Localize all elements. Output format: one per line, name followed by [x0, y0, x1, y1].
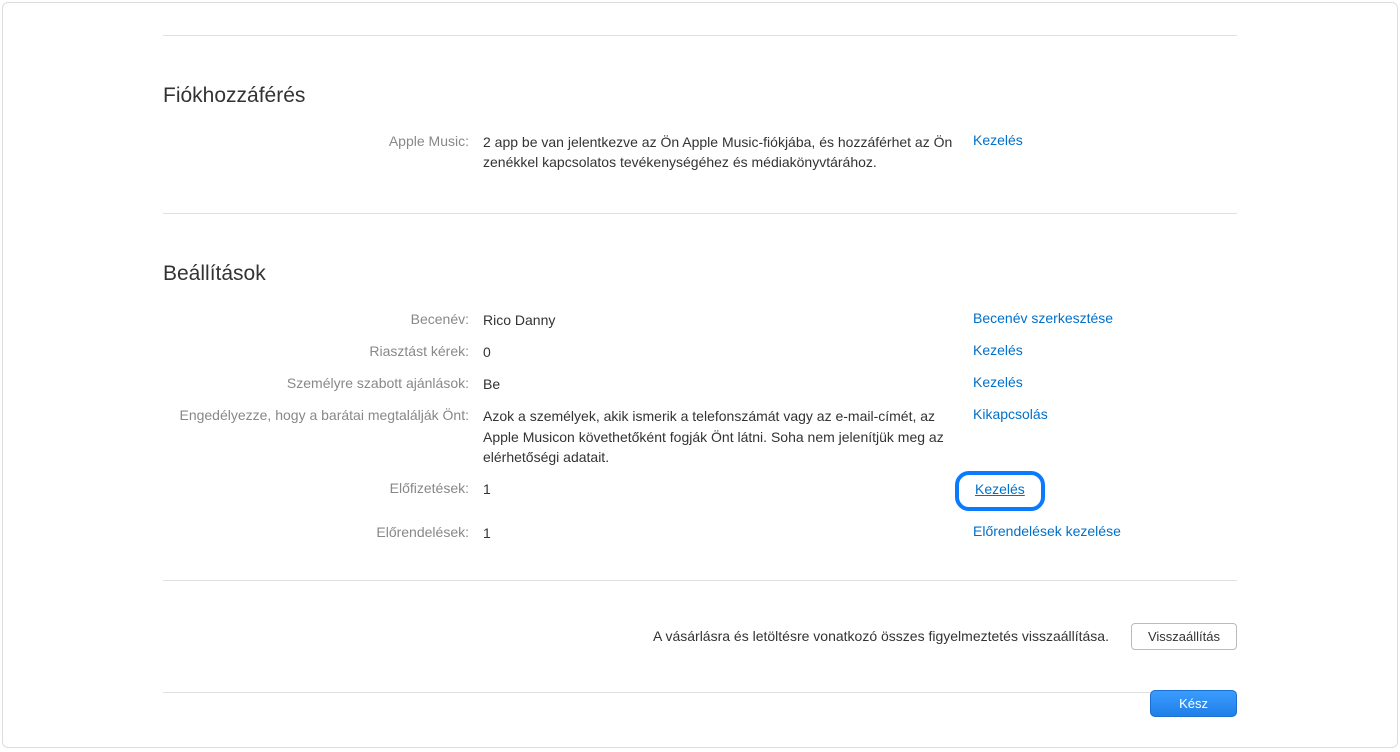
personalized-value: Be	[483, 374, 973, 394]
divider	[163, 213, 1237, 214]
alert-row: Riasztást kérek: 0 Kezelés	[163, 342, 1237, 362]
subscriptions-label: Előfizetések:	[163, 479, 483, 496]
subscriptions-row: Előfizetések: 1 Kezelés	[163, 479, 1237, 511]
apple-music-row: Apple Music: 2 app be van jelentkezve az…	[163, 132, 1237, 173]
alert-label: Riasztást kérek:	[163, 342, 483, 359]
content-area: Fiókhozzáférés Apple Music: 2 app be van…	[3, 35, 1397, 693]
personalized-row: Személyre szabott ajánlások: Be Kezelés	[163, 374, 1237, 394]
reset-warnings-row: A vásárlásra és letöltésre vonatkozó öss…	[163, 623, 1237, 650]
apple-music-manage-link[interactable]: Kezelés	[973, 132, 1023, 148]
allow-friends-label: Engedélyezze, hogy a barátai megtalálják…	[163, 406, 483, 423]
reset-warnings-text: A vásárlásra és letöltésre vonatkozó öss…	[653, 628, 1109, 644]
subscriptions-value: 1	[483, 479, 973, 499]
alert-value: 0	[483, 342, 973, 362]
settings-window: Fiókhozzáférés Apple Music: 2 app be van…	[2, 2, 1398, 748]
nickname-label: Becenév:	[163, 310, 483, 327]
highlight-ring: Kezelés	[955, 471, 1045, 511]
allow-friends-row: Engedélyezze, hogy a barátai megtalálják…	[163, 406, 1237, 467]
reset-button[interactable]: Visszaállítás	[1131, 623, 1237, 650]
personalized-label: Személyre szabott ajánlások:	[163, 374, 483, 391]
apple-music-value: 2 app be van jelentkezve az Ön Apple Mus…	[483, 132, 973, 173]
settings-title: Beállítások	[163, 262, 1237, 286]
account-access-title: Fiókhozzáférés	[163, 84, 1237, 108]
preorders-row: Előrendelések: 1 Előrendelések kezelése	[163, 523, 1237, 543]
divider	[163, 35, 1237, 36]
nickname-row: Becenév: Rico Danny Becenév szerkesztése	[163, 310, 1237, 330]
divider	[163, 580, 1237, 581]
allow-friends-disable-link[interactable]: Kikapcsolás	[973, 406, 1048, 422]
done-button[interactable]: Kész	[1150, 690, 1237, 717]
divider	[163, 692, 1237, 693]
apple-music-label: Apple Music:	[163, 132, 483, 149]
footer: Kész	[1150, 690, 1237, 717]
nickname-value: Rico Danny	[483, 310, 973, 330]
preorders-manage-link[interactable]: Előrendelések kezelése	[973, 523, 1121, 539]
alert-manage-link[interactable]: Kezelés	[973, 342, 1023, 358]
personalized-manage-link[interactable]: Kezelés	[973, 374, 1023, 390]
subscriptions-manage-link[interactable]: Kezelés	[975, 481, 1025, 497]
allow-friends-value: Azok a személyek, akik ismerik a telefon…	[483, 406, 973, 467]
edit-nickname-link[interactable]: Becenév szerkesztése	[973, 310, 1113, 326]
preorders-value: 1	[483, 523, 973, 543]
preorders-label: Előrendelések:	[163, 523, 483, 540]
